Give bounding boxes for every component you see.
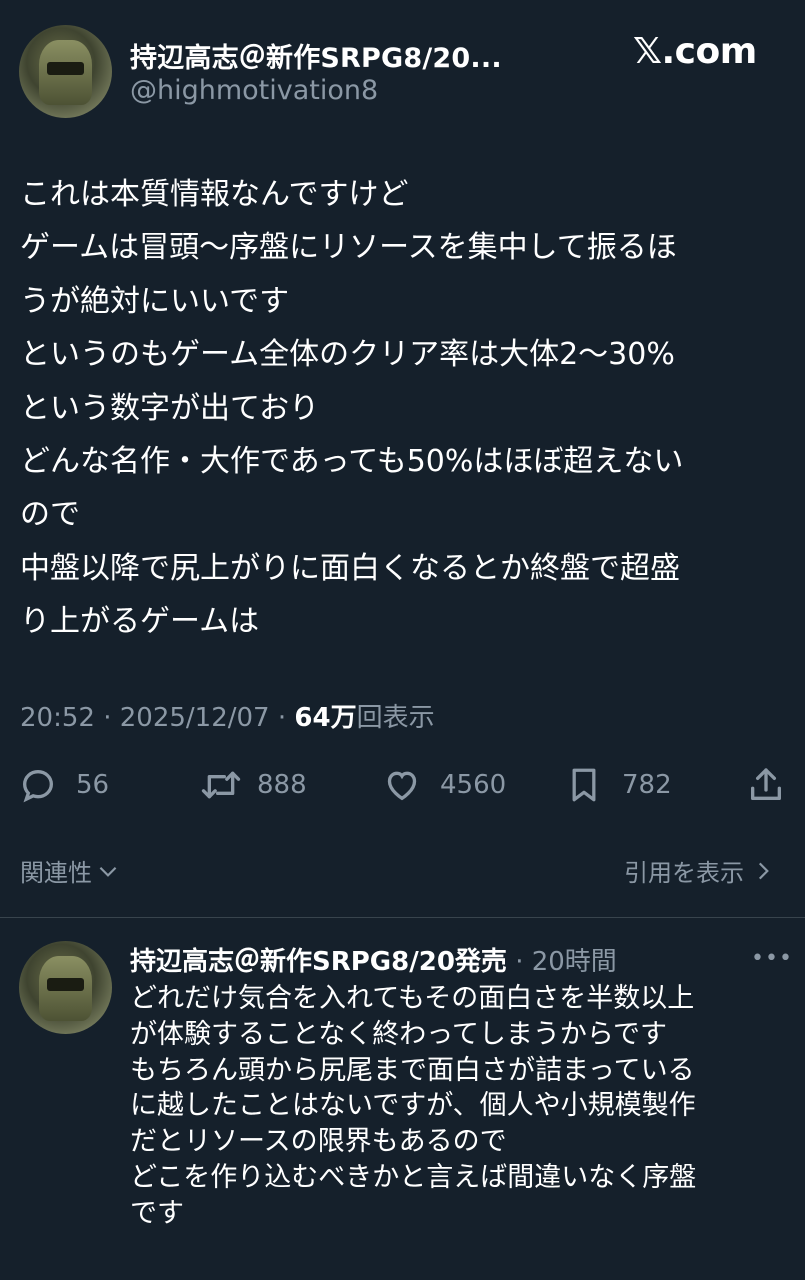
- reply-line: に越したことはないですが、個人や小規模製作: [130, 1090, 696, 1122]
- reply-author-name[interactable]: 持辺高志＠新作SRPG8/20発売: [130, 947, 507, 977]
- retweet-button[interactable]: 888: [199, 765, 307, 805]
- reply-line: どれだけ気合を入れてもその面白さを半数以上: [130, 983, 695, 1014]
- reply-header: 持辺高志＠新作SRPG8/20発売 · 20時間: [130, 941, 617, 978]
- reply-line: どこを作り込むべきかと言えば間違いなく序盤: [130, 1161, 697, 1193]
- meta-separator: ·: [515, 947, 532, 977]
- chevron-right-icon: [758, 862, 769, 879]
- reply-line: が体験することなく終わってしまうからです: [130, 1018, 668, 1050]
- tweet-line: ので: [20, 497, 80, 533]
- tweet-line: り上がるゲームは: [20, 604, 260, 640]
- reply-button[interactable]: 56: [18, 765, 109, 805]
- chevron-down-icon: [99, 866, 117, 877]
- meta-separator: ·: [277, 703, 295, 733]
- bookmark-button[interactable]: 782: [566, 765, 672, 805]
- author-avatar[interactable]: [19, 25, 112, 118]
- retweet-count: 888: [257, 770, 307, 800]
- reply-line: です: [130, 1197, 184, 1229]
- share-icon: [751, 768, 781, 800]
- tweet-meta: 20:52 · 2025/12/07 · 64万回表示: [20, 697, 435, 734]
- tweet-time[interactable]: 20:52: [20, 703, 95, 733]
- visor-image: [46, 978, 85, 992]
- tweet-line: 中盤以降で尻上がりに面白くなるとか終盤で超盛: [20, 550, 680, 586]
- sort-label: 関連性: [20, 859, 92, 887]
- tweet-line: という数字が出ており: [20, 390, 320, 426]
- reply-text: どれだけ気合を入れてもその面白さを半数以上 が体験することなく終わってしまうから…: [130, 981, 696, 1232]
- meta-separator: ·: [103, 703, 120, 733]
- section-divider: [0, 917, 805, 918]
- author-handle[interactable]: @highmotivation8: [130, 75, 378, 106]
- reply-line: だとリソースの限界もあるので: [130, 1126, 507, 1158]
- tweet-text: これは本質情報なんですけど ゲームは冒頭〜序盤にリソースを集中して振るほ うが絶…: [20, 168, 795, 649]
- bookmark-count: 782: [622, 770, 672, 800]
- author-display-name[interactable]: 持辺高志＠新作SRPG8/20...: [130, 36, 502, 75]
- heart-icon: [387, 771, 417, 801]
- view-count: 64万: [294, 703, 357, 733]
- reply-line: もちろん頭から尻尾まで面白さが詰まっている: [130, 1054, 695, 1086]
- tweet-line: ゲームは冒頭〜序盤にリソースを集中して振るほ: [20, 230, 677, 266]
- tweet-line: というのもゲーム全体のクリア率は大体2〜30%: [20, 337, 675, 373]
- like-count: 4560: [440, 770, 507, 800]
- visor-image: [46, 62, 85, 76]
- sort-relevance-dropdown[interactable]: 関連性: [20, 853, 121, 888]
- more-options-icon[interactable]: •••: [751, 946, 793, 971]
- x-logo: 𝕏.com: [633, 31, 757, 72]
- retweet-icon: [201, 771, 241, 799]
- like-button[interactable]: 4560: [382, 765, 506, 805]
- tweet-line: どんな名作・大作であっても50%はほぼ超えない: [20, 444, 684, 480]
- view-label: 回表示: [356, 703, 435, 733]
- reply-time[interactable]: 20時間: [532, 947, 617, 977]
- share-button[interactable]: [746, 765, 786, 805]
- reply-icon: [22, 769, 54, 803]
- bookmark-icon: [572, 768, 596, 802]
- tweet-line: うが絶対にいいです: [20, 283, 290, 319]
- reply-count: 56: [76, 770, 110, 800]
- show-quotes-label: 引用を表示: [624, 859, 744, 887]
- tweet-date[interactable]: 2025/12/07: [120, 703, 270, 733]
- show-quotes-link[interactable]: 引用を表示: [624, 853, 776, 888]
- tweet-line: これは本質情報なんですけど: [20, 177, 409, 212]
- reply-author-avatar[interactable]: [19, 941, 112, 1034]
